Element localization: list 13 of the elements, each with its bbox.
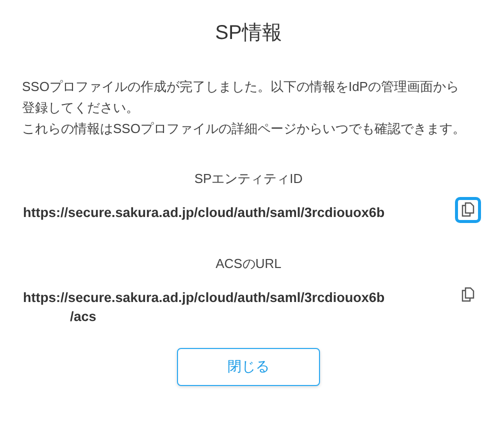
field-label: ACSのURL: [216, 255, 282, 273]
url-text: https://secure.sakura.ad.jp/cloud/auth/saml/3rcdiouox6b: [23, 204, 385, 222]
message-text: これらの情報はSSOプロファイルの詳細ページからいつでも確認できます。: [22, 120, 466, 138]
copy-icon: [461, 202, 475, 217]
message-text: SSOプロファイルの作成が完了しました。以下の情報をIdPの管理画面から: [22, 78, 459, 96]
copy-icon: [461, 287, 475, 302]
close-button[interactable]: 閉じる: [177, 348, 320, 386]
message-text: 登録してください。: [22, 99, 139, 117]
dialog-title: SP情報: [215, 21, 282, 46]
copy-button[interactable]: [455, 196, 481, 222]
field-label: SPエンティティID: [194, 170, 303, 188]
url-text: /acs: [70, 308, 96, 326]
url-text: https://secure.sakura.ad.jp/cloud/auth/saml/3rcdiouox6b: [23, 288, 385, 306]
